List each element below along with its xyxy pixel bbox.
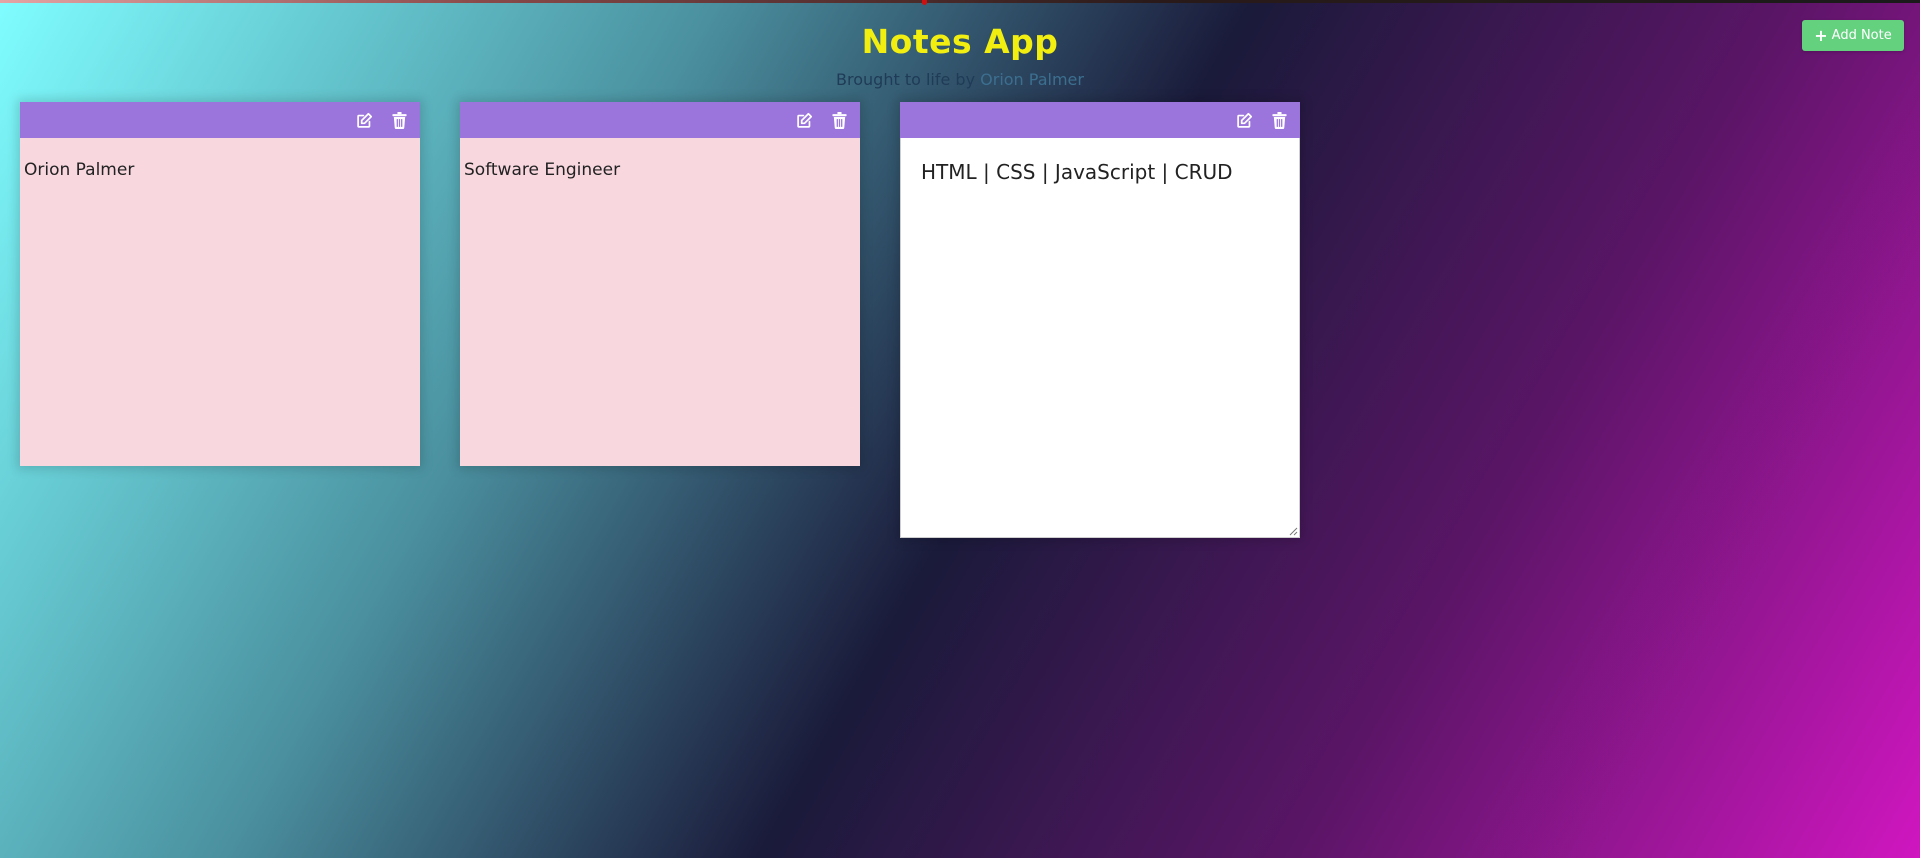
trash-icon[interactable] [1269,110,1290,131]
edit-icon[interactable] [354,110,375,131]
note-toolbar [20,102,420,138]
plus-icon: + [1814,25,1828,45]
note-textarea[interactable]: HTML | CSS | JavaScript | CRUD [900,138,1300,538]
note-card: HTML | CSS | JavaScript | CRUD [900,102,1300,538]
top-progress-line [0,0,1920,3]
resize-handle-icon[interactable] [1289,527,1298,536]
note-toolbar [900,102,1300,138]
subtitle-prefix: Brought to life by [836,70,976,89]
edit-icon[interactable] [794,110,815,131]
note-textarea-text: HTML | CSS | JavaScript | CRUD [921,160,1233,184]
trash-icon[interactable] [829,110,850,131]
note-text[interactable]: Orion Palmer [20,138,420,466]
note-text[interactable]: Software Engineer [460,138,860,466]
edit-icon[interactable] [1234,110,1255,131]
app-subtitle: Brought to life by Orion Palmer [0,70,1920,89]
add-note-label: Add Note [1831,28,1892,43]
app-title: Notes App [861,22,1059,61]
trash-icon[interactable] [389,110,410,131]
add-note-button[interactable]: + Add Note [1802,20,1904,51]
subtitle-author: Orion Palmer [980,70,1084,89]
note-card: Software Engineer [460,102,860,466]
top-marker [922,0,927,5]
note-toolbar [460,102,860,138]
note-card: Orion Palmer [20,102,420,466]
